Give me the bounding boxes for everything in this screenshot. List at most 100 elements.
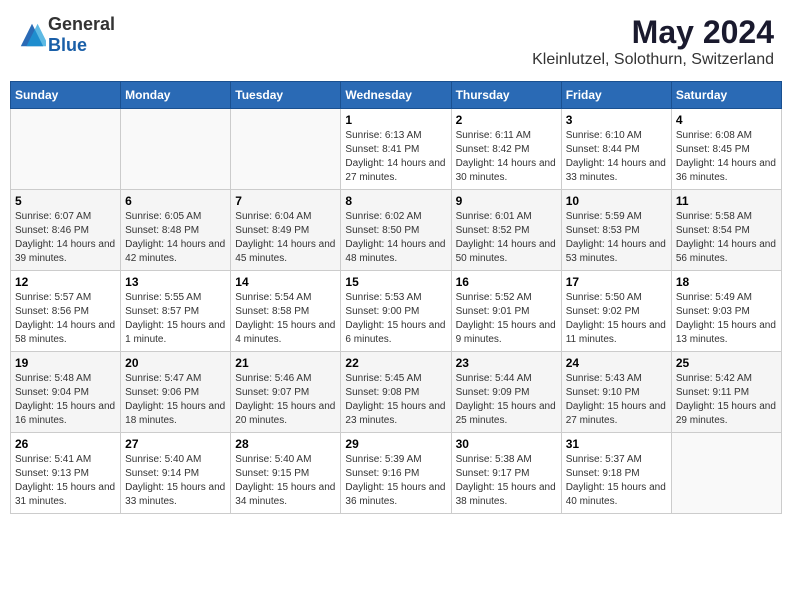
day-info: Sunrise: 6:02 AM Sunset: 8:50 PM Dayligh… bbox=[345, 210, 446, 266]
day-cell: 17Sunrise: 5:50 AM Sunset: 9:02 PM Dayli… bbox=[561, 271, 671, 352]
day-info: Sunrise: 6:05 AM Sunset: 8:48 PM Dayligh… bbox=[125, 210, 226, 266]
logo: General Blue bbox=[18, 14, 115, 56]
day-cell: 9Sunrise: 6:01 AM Sunset: 8:52 PM Daylig… bbox=[451, 190, 561, 271]
day-number: 4 bbox=[676, 113, 777, 127]
day-number: 7 bbox=[235, 194, 336, 208]
weekday-tuesday: Tuesday bbox=[231, 82, 341, 109]
day-number: 24 bbox=[566, 356, 667, 370]
calendar-table: SundayMondayTuesdayWednesdayThursdayFrid… bbox=[10, 81, 782, 514]
day-cell: 15 Sunrise: 5:53 AM Sunset: 9:00 PM Dayli… bbox=[341, 271, 451, 352]
day-info: Sunrise: 5:49 AM Sunset: 9:03 PM Dayligh… bbox=[676, 291, 777, 347]
day-cell: 30Sunrise: 5:38 AM Sunset: 9:17 PM Dayli… bbox=[451, 433, 561, 514]
day-info: Sunrise: 5:38 AM Sunset: 9:17 PM Dayligh… bbox=[456, 453, 557, 509]
day-cell bbox=[121, 109, 231, 190]
day-number: 20 bbox=[125, 356, 226, 370]
day-info: Sunrise: 5:53 AM Sunset: 9:00 PM Dayligh… bbox=[345, 291, 446, 347]
day-cell: 31 Sunrise: 5:37 AM Sunset: 9:18 PM Dayli… bbox=[561, 433, 671, 514]
day-info: Sunrise: 6:10 AM Sunset: 8:44 PM Dayligh… bbox=[566, 129, 667, 185]
day-info: Sunrise: 5:46 AM Sunset: 9:07 PM Dayligh… bbox=[235, 372, 336, 428]
week-row-2: 5Sunrise: 6:07 AM Sunset: 8:46 PM Daylig… bbox=[11, 190, 782, 271]
logo-icon bbox=[18, 21, 46, 49]
day-info: Sunrise: 5:45 AM Sunset: 9:08 PM Dayligh… bbox=[345, 372, 446, 428]
day-number: 14 bbox=[235, 275, 336, 289]
day-cell: 10 Sunrise: 5:59 AM Sunset: 8:53 PM Dayli… bbox=[561, 190, 671, 271]
day-info: Sunrise: 6:11 AM Sunset: 8:42 PM Dayligh… bbox=[456, 129, 557, 185]
day-number: 25 bbox=[676, 356, 777, 370]
day-number: 16 bbox=[456, 275, 557, 289]
day-info: Sunrise: 5:48 AM Sunset: 9:04 PM Dayligh… bbox=[15, 372, 116, 428]
day-number: 10 bbox=[566, 194, 667, 208]
day-cell: 22 Sunrise: 5:45 AM Sunset: 9:08 PM Dayli… bbox=[341, 352, 451, 433]
day-info: Sunrise: 5:54 AM Sunset: 8:58 PM Dayligh… bbox=[235, 291, 336, 347]
day-cell: 2 Sunrise: 6:11 AM Sunset: 8:42 PM Daylig… bbox=[451, 109, 561, 190]
day-info: Sunrise: 5:43 AM Sunset: 9:10 PM Dayligh… bbox=[566, 372, 667, 428]
day-info: Sunrise: 5:52 AM Sunset: 9:01 PM Dayligh… bbox=[456, 291, 557, 347]
day-cell: 20 Sunrise: 5:47 AM Sunset: 9:06 PM Dayli… bbox=[121, 352, 231, 433]
logo-blue: Blue bbox=[48, 35, 87, 55]
day-cell: 24 Sunrise: 5:43 AM Sunset: 9:10 PM Dayli… bbox=[561, 352, 671, 433]
day-cell: 26Sunrise: 5:41 AM Sunset: 9:13 PM Dayli… bbox=[11, 433, 121, 514]
day-number: 15 bbox=[345, 275, 446, 289]
subtitle: Kleinlutzel, Solothurn, Switzerland bbox=[532, 51, 774, 69]
day-info: Sunrise: 6:08 AM Sunset: 8:45 PM Dayligh… bbox=[676, 129, 777, 185]
weekday-header-row: SundayMondayTuesdayWednesdayThursdayFrid… bbox=[11, 82, 782, 109]
day-info: Sunrise: 5:44 AM Sunset: 9:09 PM Dayligh… bbox=[456, 372, 557, 428]
day-cell bbox=[671, 433, 781, 514]
calendar-header: SundayMondayTuesdayWednesdayThursdayFrid… bbox=[11, 82, 782, 109]
day-info: Sunrise: 5:47 AM Sunset: 9:06 PM Dayligh… bbox=[125, 372, 226, 428]
week-row-1: 1Sunrise: 6:13 AM Sunset: 8:41 PM Daylig… bbox=[11, 109, 782, 190]
week-row-5: 26Sunrise: 5:41 AM Sunset: 9:13 PM Dayli… bbox=[11, 433, 782, 514]
day-number: 11 bbox=[676, 194, 777, 208]
week-row-3: 12 Sunrise: 5:57 AM Sunset: 8:56 PM Dayli… bbox=[11, 271, 782, 352]
day-number: 31 bbox=[566, 437, 667, 451]
day-number: 6 bbox=[125, 194, 226, 208]
day-cell: 14 Sunrise: 5:54 AM Sunset: 8:58 PM Dayli… bbox=[231, 271, 341, 352]
day-info: Sunrise: 5:50 AM Sunset: 9:02 PM Dayligh… bbox=[566, 291, 667, 347]
day-info: Sunrise: 6:04 AM Sunset: 8:49 PM Dayligh… bbox=[235, 210, 336, 266]
day-number: 19 bbox=[15, 356, 116, 370]
day-cell: 21 Sunrise: 5:46 AM Sunset: 9:07 PM Dayli… bbox=[231, 352, 341, 433]
day-number: 12 bbox=[15, 275, 116, 289]
day-info: Sunrise: 5:58 AM Sunset: 8:54 PM Dayligh… bbox=[676, 210, 777, 266]
day-cell: 18Sunrise: 5:49 AM Sunset: 9:03 PM Dayli… bbox=[671, 271, 781, 352]
day-info: Sunrise: 6:01 AM Sunset: 8:52 PM Dayligh… bbox=[456, 210, 557, 266]
day-number: 23 bbox=[456, 356, 557, 370]
day-number: 21 bbox=[235, 356, 336, 370]
day-number: 22 bbox=[345, 356, 446, 370]
day-info: Sunrise: 5:40 AM Sunset: 9:14 PM Dayligh… bbox=[125, 453, 226, 509]
day-info: Sunrise: 5:59 AM Sunset: 8:53 PM Dayligh… bbox=[566, 210, 667, 266]
day-info: Sunrise: 5:57 AM Sunset: 8:56 PM Dayligh… bbox=[15, 291, 116, 347]
day-cell: 3Sunrise: 6:10 AM Sunset: 8:44 PM Daylig… bbox=[561, 109, 671, 190]
day-cell: 5Sunrise: 6:07 AM Sunset: 8:46 PM Daylig… bbox=[11, 190, 121, 271]
day-cell: 4 Sunrise: 6:08 AM Sunset: 8:45 PM Daylig… bbox=[671, 109, 781, 190]
day-number: 5 bbox=[15, 194, 116, 208]
title-area: May 2024 Kleinlutzel, Solothurn, Switzer… bbox=[532, 14, 774, 69]
weekday-thursday: Thursday bbox=[451, 82, 561, 109]
page-header: General Blue May 2024 Kleinlutzel, Solot… bbox=[10, 10, 782, 73]
day-number: 13 bbox=[125, 275, 226, 289]
day-info: Sunrise: 5:37 AM Sunset: 9:18 PM Dayligh… bbox=[566, 453, 667, 509]
day-info: Sunrise: 5:40 AM Sunset: 9:15 PM Dayligh… bbox=[235, 453, 336, 509]
calendar-body: 1Sunrise: 6:13 AM Sunset: 8:41 PM Daylig… bbox=[11, 109, 782, 514]
day-cell: 6 Sunrise: 6:05 AM Sunset: 8:48 PM Daylig… bbox=[121, 190, 231, 271]
weekday-monday: Monday bbox=[121, 82, 231, 109]
day-cell: 1Sunrise: 6:13 AM Sunset: 8:41 PM Daylig… bbox=[341, 109, 451, 190]
weekday-wednesday: Wednesday bbox=[341, 82, 451, 109]
day-cell: 12 Sunrise: 5:57 AM Sunset: 8:56 PM Dayli… bbox=[11, 271, 121, 352]
day-cell bbox=[11, 109, 121, 190]
day-cell: 28Sunrise: 5:40 AM Sunset: 9:15 PM Dayli… bbox=[231, 433, 341, 514]
day-number: 8 bbox=[345, 194, 446, 208]
day-cell: 23 Sunrise: 5:44 AM Sunset: 9:09 PM Dayli… bbox=[451, 352, 561, 433]
day-info: Sunrise: 5:39 AM Sunset: 9:16 PM Dayligh… bbox=[345, 453, 446, 509]
weekday-friday: Friday bbox=[561, 82, 671, 109]
week-row-4: 19 Sunrise: 5:48 AM Sunset: 9:04 PM Dayli… bbox=[11, 352, 782, 433]
day-number: 27 bbox=[125, 437, 226, 451]
day-number: 2 bbox=[456, 113, 557, 127]
day-info: Sunrise: 5:55 AM Sunset: 8:57 PM Dayligh… bbox=[125, 291, 226, 347]
day-cell: 13 Sunrise: 5:55 AM Sunset: 8:57 PM Dayli… bbox=[121, 271, 231, 352]
main-title: May 2024 bbox=[532, 14, 774, 51]
logo-general: General bbox=[48, 14, 115, 34]
day-cell: 29Sunrise: 5:39 AM Sunset: 9:16 PM Dayli… bbox=[341, 433, 451, 514]
weekday-sunday: Sunday bbox=[11, 82, 121, 109]
day-cell: 11 Sunrise: 5:58 AM Sunset: 8:54 PM Dayli… bbox=[671, 190, 781, 271]
